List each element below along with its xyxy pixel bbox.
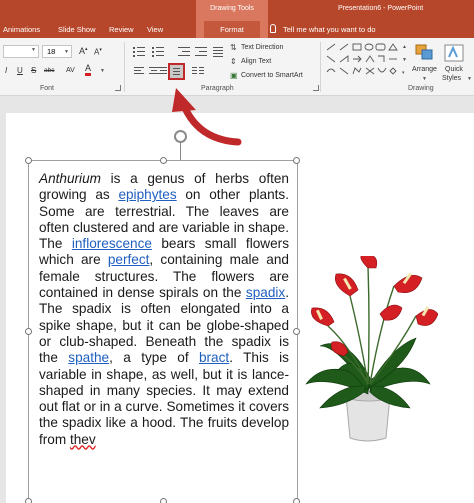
quick-styles-button-line2[interactable]: Styles (442, 75, 461, 82)
numbering-icon[interactable] (152, 47, 164, 57)
shapes-gallery[interactable] (325, 42, 401, 82)
resize-handle-left[interactable] (25, 328, 32, 335)
rotate-stem (180, 143, 181, 160)
text-box[interactable]: Anthurium is a genus of herbs often grow… (25, 130, 300, 503)
resize-handle-top-right[interactable] (293, 157, 300, 164)
hyperlink[interactable]: spathe (68, 350, 109, 365)
italic-term: Anthurium (39, 171, 101, 186)
font-color-dropdown-icon[interactable]: ▼ (100, 68, 105, 74)
anthurium-plant-image (305, 256, 438, 442)
tab-review[interactable]: Review (109, 25, 134, 34)
decrease-indent-icon[interactable] (178, 47, 190, 57)
align-text-button[interactable]: Align Text (241, 58, 271, 65)
tell-me-search[interactable]: Tell me what you want to do (283, 25, 376, 34)
resize-handle-bottom-right[interactable] (293, 498, 300, 503)
tab-slide-show[interactable]: Slide Show (58, 25, 96, 34)
paragraph-dialog-launcher-icon[interactable] (313, 85, 319, 91)
font-group-label: Font (40, 85, 55, 92)
ribbon-divider (124, 42, 125, 92)
tab-animations[interactable]: Animations (3, 25, 40, 34)
drawing-tools-label: Drawing Tools (210, 5, 254, 12)
font-name-box[interactable]: ▼ (3, 45, 39, 58)
lightbulb-icon (270, 24, 276, 33)
hyperlink[interactable]: spadix (246, 285, 285, 300)
resize-handle-bottom-left[interactable] (25, 498, 32, 503)
rotate-handle-icon[interactable] (174, 130, 187, 143)
ribbon-divider (320, 42, 321, 92)
drawing-group-label: Drawing (408, 85, 434, 92)
body-paragraph[interactable]: Anthurium is a genus of herbs often grow… (39, 171, 289, 448)
hyperlink[interactable]: epiphytes (118, 187, 176, 202)
ribbon: ▼ 18 ▼ A▴ A▾ I U S abc AV A ▼ Font ⇅ Tex… (0, 38, 474, 96)
columns-icon[interactable] (192, 67, 204, 76)
paragraph-text-run: , a type of (109, 350, 199, 366)
resize-handle-top[interactable] (160, 157, 167, 164)
line-spacing-icon[interactable] (213, 47, 223, 57)
underline-button[interactable]: U (17, 66, 23, 75)
align-text-icon: ⇕ (230, 57, 237, 66)
tab-view[interactable]: View (147, 25, 163, 34)
align-right-icon[interactable] (157, 67, 167, 76)
shapes-scroll-up-icon[interactable]: ▲ (402, 44, 407, 50)
italic-button[interactable]: I (5, 66, 7, 75)
font-color-button[interactable]: A (85, 63, 92, 76)
arrange-button[interactable]: Arrange (412, 66, 437, 73)
resize-handle-bottom[interactable] (160, 498, 167, 503)
strikethrough-button[interactable]: S (31, 66, 36, 75)
smartart-icon: ▣ (230, 71, 238, 80)
misspelled-word[interactable]: thev (70, 432, 96, 447)
arrange-icon (415, 44, 433, 60)
increase-indent-icon[interactable] (195, 47, 207, 57)
convert-smartart-button[interactable]: Convert to SmartArt (241, 72, 303, 79)
slide-canvas: Anthurium is a genus of herbs often grow… (6, 113, 474, 503)
text-shadow-button[interactable]: abc (44, 67, 54, 74)
text-direction-icon: ⇅ (230, 43, 237, 52)
char-spacing-icon[interactable]: AV (66, 67, 75, 74)
quick-styles-dropdown-icon[interactable]: ▼ (467, 76, 472, 82)
font-size-value: 18 (47, 47, 56, 56)
justify-button[interactable] (168, 63, 185, 80)
shapes-more-icon[interactable]: ▾ (402, 70, 405, 76)
quick-styles-button[interactable]: Quick (445, 66, 463, 73)
arrange-dropdown-icon[interactable]: ▼ (422, 76, 427, 82)
quick-styles-icon (444, 44, 464, 62)
shapes-scroll-down-icon[interactable]: ▼ (402, 57, 407, 63)
hyperlink[interactable]: perfect (108, 252, 150, 267)
tab-format[interactable]: Format (204, 21, 260, 38)
bullets-icon[interactable] (133, 47, 145, 57)
font-size-box[interactable]: 18 ▼ (42, 45, 72, 58)
hyperlink[interactable]: inflorescence (72, 236, 152, 251)
text-direction-button[interactable]: Text Direction (241, 44, 283, 51)
grow-font-icon[interactable]: A▴ (79, 46, 88, 56)
resize-handle-top-left[interactable] (25, 157, 32, 164)
window-title: Presentation6 - PowerPoint (338, 5, 424, 12)
shrink-font-icon[interactable]: A▾ (94, 47, 102, 57)
hyperlink[interactable]: bract (199, 350, 229, 365)
font-dialog-launcher-icon[interactable] (115, 85, 121, 91)
paragraph-group-label: Paragraph (201, 85, 234, 92)
align-left-icon[interactable] (134, 67, 144, 76)
